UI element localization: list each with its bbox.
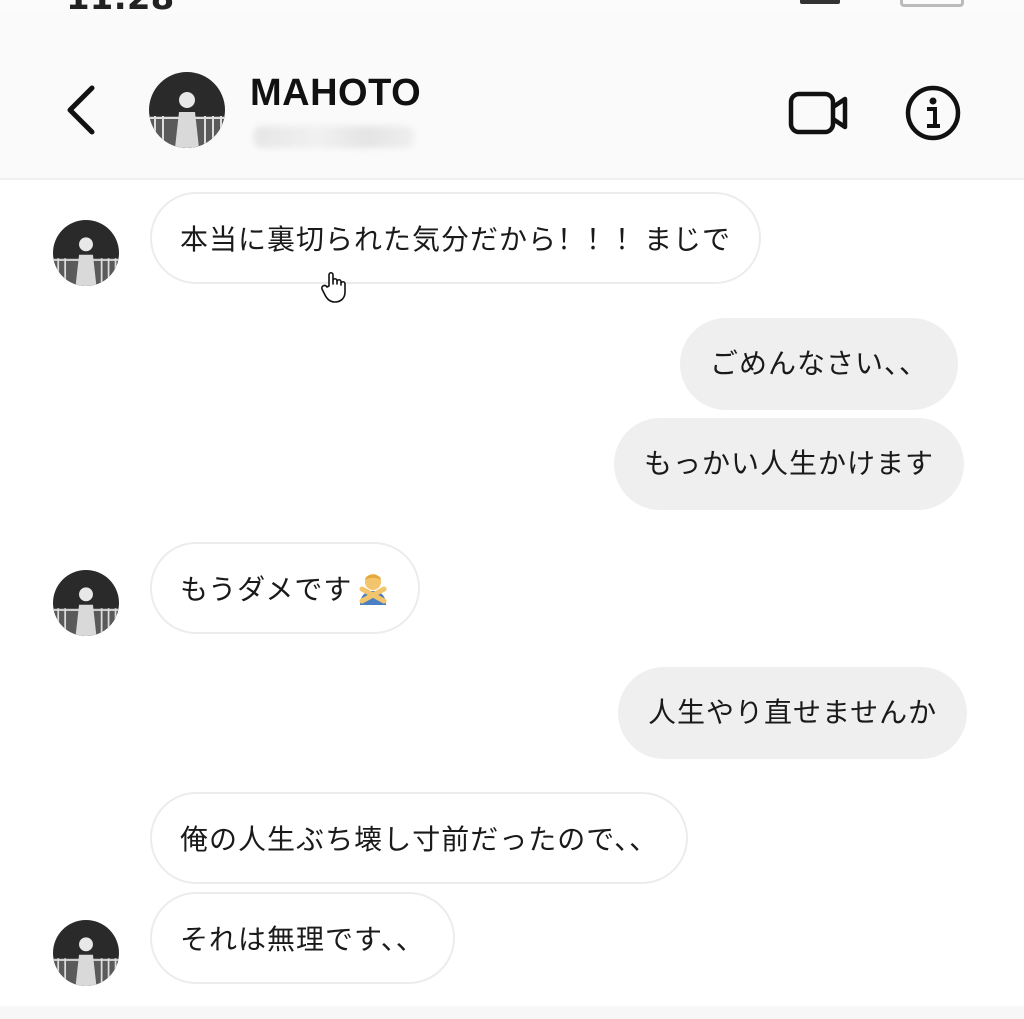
back-button[interactable] [58,80,108,140]
video-camera-icon [788,91,848,135]
hand-pointer-cursor-icon [321,271,346,303]
message-bubble-incoming[interactable]: それは無理です、、 [150,892,455,984]
contact-username-blurred [254,126,414,148]
avatar-photo [53,570,119,636]
info-button[interactable] [904,84,962,142]
info-circle-icon [905,85,961,141]
person-gesturing-no-emoji-icon [359,574,387,605]
message-bubble-incoming[interactable]: もうダメです [150,542,421,634]
contact-avatar[interactable] [149,72,225,148]
status-bar: 11:28 [0,0,1024,18]
sender-avatar[interactable] [53,920,119,986]
avatar-photo [149,72,225,148]
composer-edge [0,1006,1024,1019]
signal-icon [800,0,840,4]
message-bubble-incoming[interactable]: 俺の人生ぶち壊し寸前だったので、、 [150,792,689,884]
contact-name[interactable]: MAHOTO [250,72,421,115]
battery-icon [900,0,964,7]
message-bubble-outgoing[interactable]: 人生やり直せませんか [618,667,968,759]
message-bubble-outgoing[interactable]: もっかい人生かけます [614,418,965,510]
message-bubble-incoming[interactable]: 本当に裏切られた気分だから！！！まじで [150,192,762,284]
chat-header: MAHOTO [0,14,1024,180]
message-bubble-outgoing[interactable]: ごめんなさい、、 [680,318,959,410]
message-text: もうダメです [180,573,353,606]
avatar-photo [53,220,119,286]
avatar-photo [53,920,119,986]
chat-screen: 11:28 [0,0,1024,1019]
video-call-button[interactable] [787,88,851,138]
chevron-left-icon [67,85,95,135]
sender-avatar[interactable] [53,570,119,636]
sender-avatar[interactable] [53,220,119,286]
